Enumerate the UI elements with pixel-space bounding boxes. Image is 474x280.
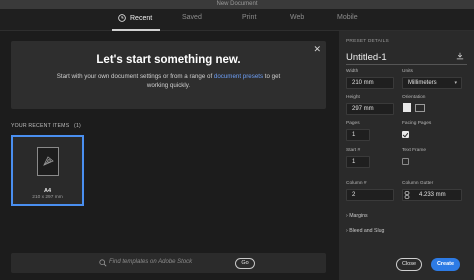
pages-label: Pages (346, 121, 360, 126)
welcome-heading: Let's start something new. (96, 54, 241, 66)
welcome-text: Start with your own document settings or… (51, 72, 286, 90)
chevron-down-icon: ▾ (454, 80, 457, 86)
tab-recent-label: Recent (130, 14, 153, 22)
column-gutter-value: 4.233 mm (419, 192, 446, 198)
stock-search-bar[interactable]: Find templates on Adobe Stock Go (11, 253, 326, 273)
margins-section-toggle[interactable]: › Margins (346, 213, 368, 219)
width-label: Width (346, 69, 359, 74)
recent-items-heading: YOUR RECENT ITEMS (1) (11, 123, 81, 129)
tab-print-label: Print (242, 14, 257, 21)
recent-items-count: (1) (74, 123, 81, 129)
tab-mobile[interactable]: Mobile (337, 14, 358, 21)
text-frame-checkbox[interactable] (402, 158, 409, 165)
recent-item-card[interactable]: A4 210 x 297 mm (11, 135, 84, 206)
pen-tool-icon (43, 156, 54, 166)
units-value: Millimeters (408, 80, 437, 86)
create-button[interactable]: Create (431, 258, 460, 271)
facing-pages-checkbox[interactable] (402, 131, 409, 138)
link-icon[interactable] (404, 191, 410, 199)
tab-web-label: Web (290, 14, 305, 21)
height-label: Height (346, 95, 360, 100)
document-name-field[interactable]: Untitled-1 (346, 52, 387, 63)
go-button[interactable]: Go (235, 258, 255, 269)
bleed-slug-label: Bleed and Slug (349, 228, 385, 234)
category-tabs: Recent Saved Print Web Mobile (0, 9, 474, 31)
preset-details-heading: PRESET DETAILS (346, 39, 389, 44)
portrait-orientation-icon[interactable] (403, 103, 411, 112)
units-label: Units (402, 69, 413, 74)
column-gutter-label: Column Gutter (402, 181, 434, 186)
column-count-value: 2 (352, 192, 356, 198)
recent-item-size: 210 x 297 mm (32, 195, 63, 200)
tab-web[interactable]: Web (290, 14, 304, 21)
column-count-label: Column # (346, 181, 367, 186)
close-banner-icon[interactable]: ✕ (313, 44, 321, 54)
window-titlebar: New Document (0, 0, 474, 9)
start-page-label: Start # (346, 148, 361, 153)
start-page-field[interactable]: 1 (346, 156, 370, 168)
search-placeholder: Find templates on Adobe Stock (109, 259, 193, 265)
units-select[interactable]: Millimeters ▾ (402, 77, 462, 89)
welcome-text-start: Start with your own document settings or… (56, 73, 214, 80)
column-count-field[interactable]: 2 (346, 189, 394, 201)
window-title: New Document (216, 1, 258, 7)
name-underline (346, 64, 467, 65)
column-gutter-field[interactable]: 4.233 mm (402, 189, 462, 201)
tab-print[interactable]: Print (242, 14, 256, 21)
recent-items-label: YOUR RECENT ITEMS (11, 123, 70, 129)
margins-label: Margins (349, 213, 368, 219)
recent-item-name: A4 (43, 188, 52, 194)
tab-recent[interactable]: Recent (118, 14, 152, 22)
pages-field[interactable]: 1 (346, 129, 370, 141)
chevron-right-icon: › (346, 213, 348, 219)
document-thumbnail (37, 147, 59, 176)
clock-icon (118, 14, 126, 22)
document-presets-link[interactable]: document presets (214, 73, 263, 80)
search-icon (99, 259, 107, 267)
chevron-right-icon: › (346, 228, 348, 234)
landscape-orientation-icon[interactable] (415, 104, 425, 112)
bleed-slug-section-toggle[interactable]: › Bleed and Slug (346, 228, 384, 234)
save-preset-icon[interactable] (456, 52, 464, 60)
text-frame-label: Text Frame (402, 148, 426, 153)
tab-saved[interactable]: Saved (182, 14, 202, 21)
close-button[interactable]: Close (396, 258, 422, 271)
facing-pages-label: Facing Pages (402, 121, 432, 126)
orientation-label: Orientation (402, 95, 426, 100)
tab-mobile-label: Mobile (337, 14, 358, 21)
welcome-banner: ✕ Let's start something new. Start with … (11, 41, 326, 109)
height-field[interactable]: 297 mm (346, 103, 394, 115)
tab-saved-label: Saved (182, 14, 202, 21)
width-field[interactable]: 210 mm (346, 77, 394, 89)
preset-details-panel: PRESET DETAILS Untitled-1 Width 210 mm U… (339, 31, 474, 280)
start-panel: ✕ Let's start something new. Start with … (0, 31, 339, 280)
